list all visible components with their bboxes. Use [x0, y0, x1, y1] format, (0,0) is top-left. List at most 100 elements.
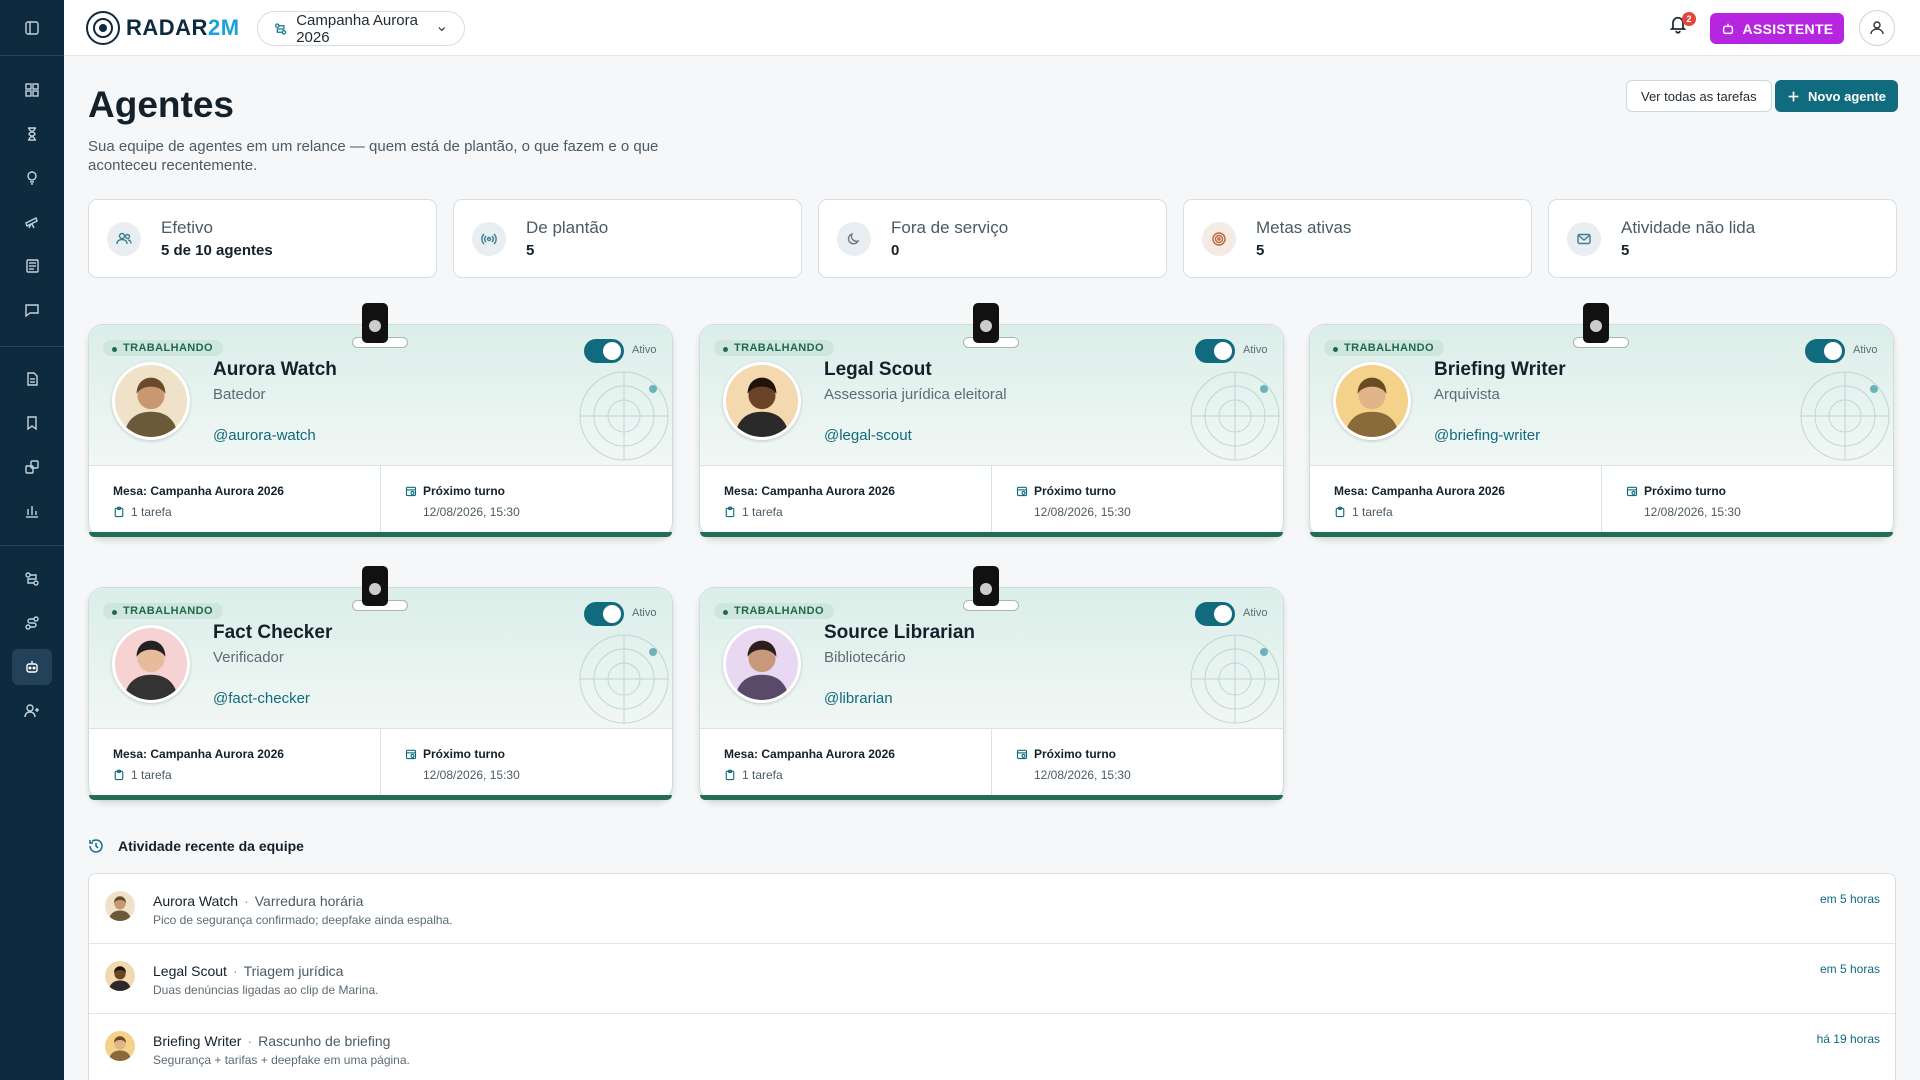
- mail-icon: [1567, 221, 1601, 256]
- workflow-icon[interactable]: [20, 567, 44, 591]
- dashboard-icon[interactable]: [20, 78, 44, 102]
- status-badge: TRABALHANDO: [1324, 340, 1444, 356]
- active-toggle[interactable]: [1195, 339, 1235, 363]
- activity-header: Atividade recente da equipe: [88, 838, 304, 854]
- agent-handle[interactable]: @aurora-watch: [213, 427, 316, 444]
- status-badge: TRABALHANDO: [714, 603, 834, 619]
- agent-card[interactable]: TRABALHANDO Aurora Watch Batedor @aurora-wa…: [88, 303, 673, 538]
- page-title: Agentes: [88, 84, 234, 125]
- agent-role: Bibliotecário: [824, 649, 906, 666]
- next-shift-value: 12/08/2026, 15:30: [423, 768, 520, 782]
- status-badge: TRABALHANDO: [714, 340, 834, 356]
- lightbulb-icon[interactable]: [20, 166, 44, 190]
- toggle-label: Ativo: [1853, 344, 1878, 356]
- stat-value: 5: [1621, 242, 1630, 259]
- user-menu-button[interactable]: [1859, 10, 1895, 46]
- agent-card[interactable]: TRABALHANDO Briefing Writer Arquivista @bri…: [1309, 303, 1894, 538]
- telescope-icon[interactable]: [20, 210, 44, 234]
- chat-icon[interactable]: [20, 298, 44, 322]
- status-badge: TRABALHANDO: [103, 603, 223, 619]
- activity-detail: Duas denúncias ligadas ao clip de Marina…: [153, 983, 379, 997]
- agent-card[interactable]: TRABALHANDO Source Librarian Bibliotecário…: [699, 566, 1284, 801]
- desk-info: Mesa: Campanha Aurora 2026 1 tarefa: [700, 729, 992, 797]
- activity-title: Atividade recente da equipe: [118, 838, 304, 854]
- agent-handle[interactable]: @librarian: [824, 690, 893, 707]
- active-toggle[interactable]: [584, 339, 624, 363]
- bookmark-icon[interactable]: [20, 411, 44, 435]
- status-badge: TRABALHANDO: [103, 340, 223, 356]
- toggle-label: Ativo: [632, 607, 657, 619]
- task-count: 1 tarefa: [742, 768, 783, 782]
- hourglass-icon[interactable]: [20, 122, 44, 146]
- next-shift-label: Próximo turno: [1034, 484, 1117, 498]
- card-accent-bar: [700, 795, 1283, 800]
- topbar: RADAR2M Campanha Aurora 2026 2 ASSISTENT…: [64, 0, 1920, 56]
- agent-card[interactable]: TRABALHANDO Fact Checker Verificador @fact-…: [88, 566, 673, 801]
- agent-handle[interactable]: @fact-checker: [213, 690, 310, 707]
- agent-role: Assessoria jurídica eleitoral: [824, 386, 1007, 403]
- agent-handle[interactable]: @legal-scout: [824, 427, 912, 444]
- agent-card[interactable]: TRABALHANDO Legal Scout Assessoria jurídic…: [699, 303, 1284, 538]
- desk-label: Mesa: Campanha Aurora 2026: [724, 484, 895, 498]
- bar-chart-icon[interactable]: [20, 499, 44, 523]
- stat-card-metas-ativas: Metas ativas 5: [1183, 199, 1532, 278]
- next-shift-label: Próximo turno: [423, 747, 506, 761]
- agent-name: Aurora Watch: [213, 359, 337, 380]
- view-all-tasks-button[interactable]: Ver todas as tarefas: [1626, 80, 1772, 112]
- task-count: 1 tarefa: [131, 768, 172, 782]
- badge-clip-icon: [362, 566, 388, 606]
- notification-count-badge: 2: [1682, 12, 1696, 26]
- sidebar-toggle-icon[interactable]: [20, 16, 44, 40]
- active-toggle[interactable]: [584, 602, 624, 626]
- logo[interactable]: RADAR2M: [86, 11, 240, 45]
- assistant-button[interactable]: ASSISTENTE: [1710, 13, 1844, 44]
- active-toggle[interactable]: [1195, 602, 1235, 626]
- badge-clip-icon: [973, 566, 999, 606]
- next-shift-label: Próximo turno: [1034, 747, 1117, 761]
- page-subtitle: Sua equipe de agentes em um relance — qu…: [88, 138, 659, 174]
- activity-detail: Pico de segurança confirmado; deepfake a…: [153, 913, 453, 927]
- next-shift-value: 12/08/2026, 15:30: [1644, 505, 1741, 519]
- activity-time: há 19 horas: [1816, 1032, 1880, 1046]
- stat-card-efetivo: Efetivo 5 de 10 agentes: [88, 199, 437, 278]
- toggle-label: Ativo: [632, 344, 657, 356]
- radar-icon: [577, 369, 671, 463]
- stat-card-atividade-nao-lida: Atividade não lida 5: [1548, 199, 1897, 278]
- next-shift-value: 12/08/2026, 15:30: [423, 505, 520, 519]
- stat-value: 5 de 10 agentes: [161, 242, 273, 259]
- avatar: [105, 961, 135, 991]
- workflow-icon: [275, 22, 287, 35]
- toggle-label: Ativo: [1243, 607, 1268, 619]
- avatar: [105, 891, 135, 921]
- activity-row[interactable]: Briefing Writer · Rascunho de briefing Seg…: [89, 1014, 1895, 1080]
- stat-label: Efetivo: [161, 218, 213, 237]
- campaign-selector[interactable]: Campanha Aurora 2026: [257, 11, 465, 46]
- plus-icon: [1788, 91, 1799, 101]
- newspaper-icon[interactable]: [20, 254, 44, 278]
- sidebar: [0, 0, 64, 1080]
- broadcast-icon: [472, 221, 506, 256]
- new-agent-button[interactable]: Novo agente: [1775, 80, 1899, 112]
- toggle-label: Ativo: [1243, 344, 1268, 356]
- avatar: [105, 1031, 135, 1061]
- activity-agent: Briefing Writer: [153, 1033, 242, 1049]
- agent-handle[interactable]: @briefing-writer: [1434, 427, 1540, 444]
- next-shift-value: 12/08/2026, 15:30: [1034, 505, 1131, 519]
- active-toggle[interactable]: [1805, 339, 1845, 363]
- document-icon[interactable]: [20, 367, 44, 391]
- robot-icon: [1722, 23, 1733, 34]
- calendar-clock-icon: [1016, 749, 1028, 760]
- robot-icon[interactable]: [12, 649, 52, 685]
- calendar-clock-icon: [1626, 486, 1638, 497]
- badge-clip-icon: [362, 303, 388, 343]
- activity-row[interactable]: Legal Scout · Triagem jurídica Duas denúnc…: [89, 944, 1895, 1014]
- agent-name: Briefing Writer: [1434, 359, 1566, 380]
- notifications-button[interactable]: 2: [1668, 12, 1696, 40]
- share-icon[interactable]: [20, 455, 44, 479]
- agent-role: Verificador: [213, 649, 284, 666]
- stat-label: De plantão: [526, 218, 609, 237]
- user-plus-icon[interactable]: [20, 699, 44, 723]
- route-icon[interactable]: [20, 611, 44, 635]
- activity-time: em 5 horas: [1819, 892, 1880, 906]
- activity-row[interactable]: Aurora Watch · Varredura horária Pico de s…: [89, 874, 1895, 944]
